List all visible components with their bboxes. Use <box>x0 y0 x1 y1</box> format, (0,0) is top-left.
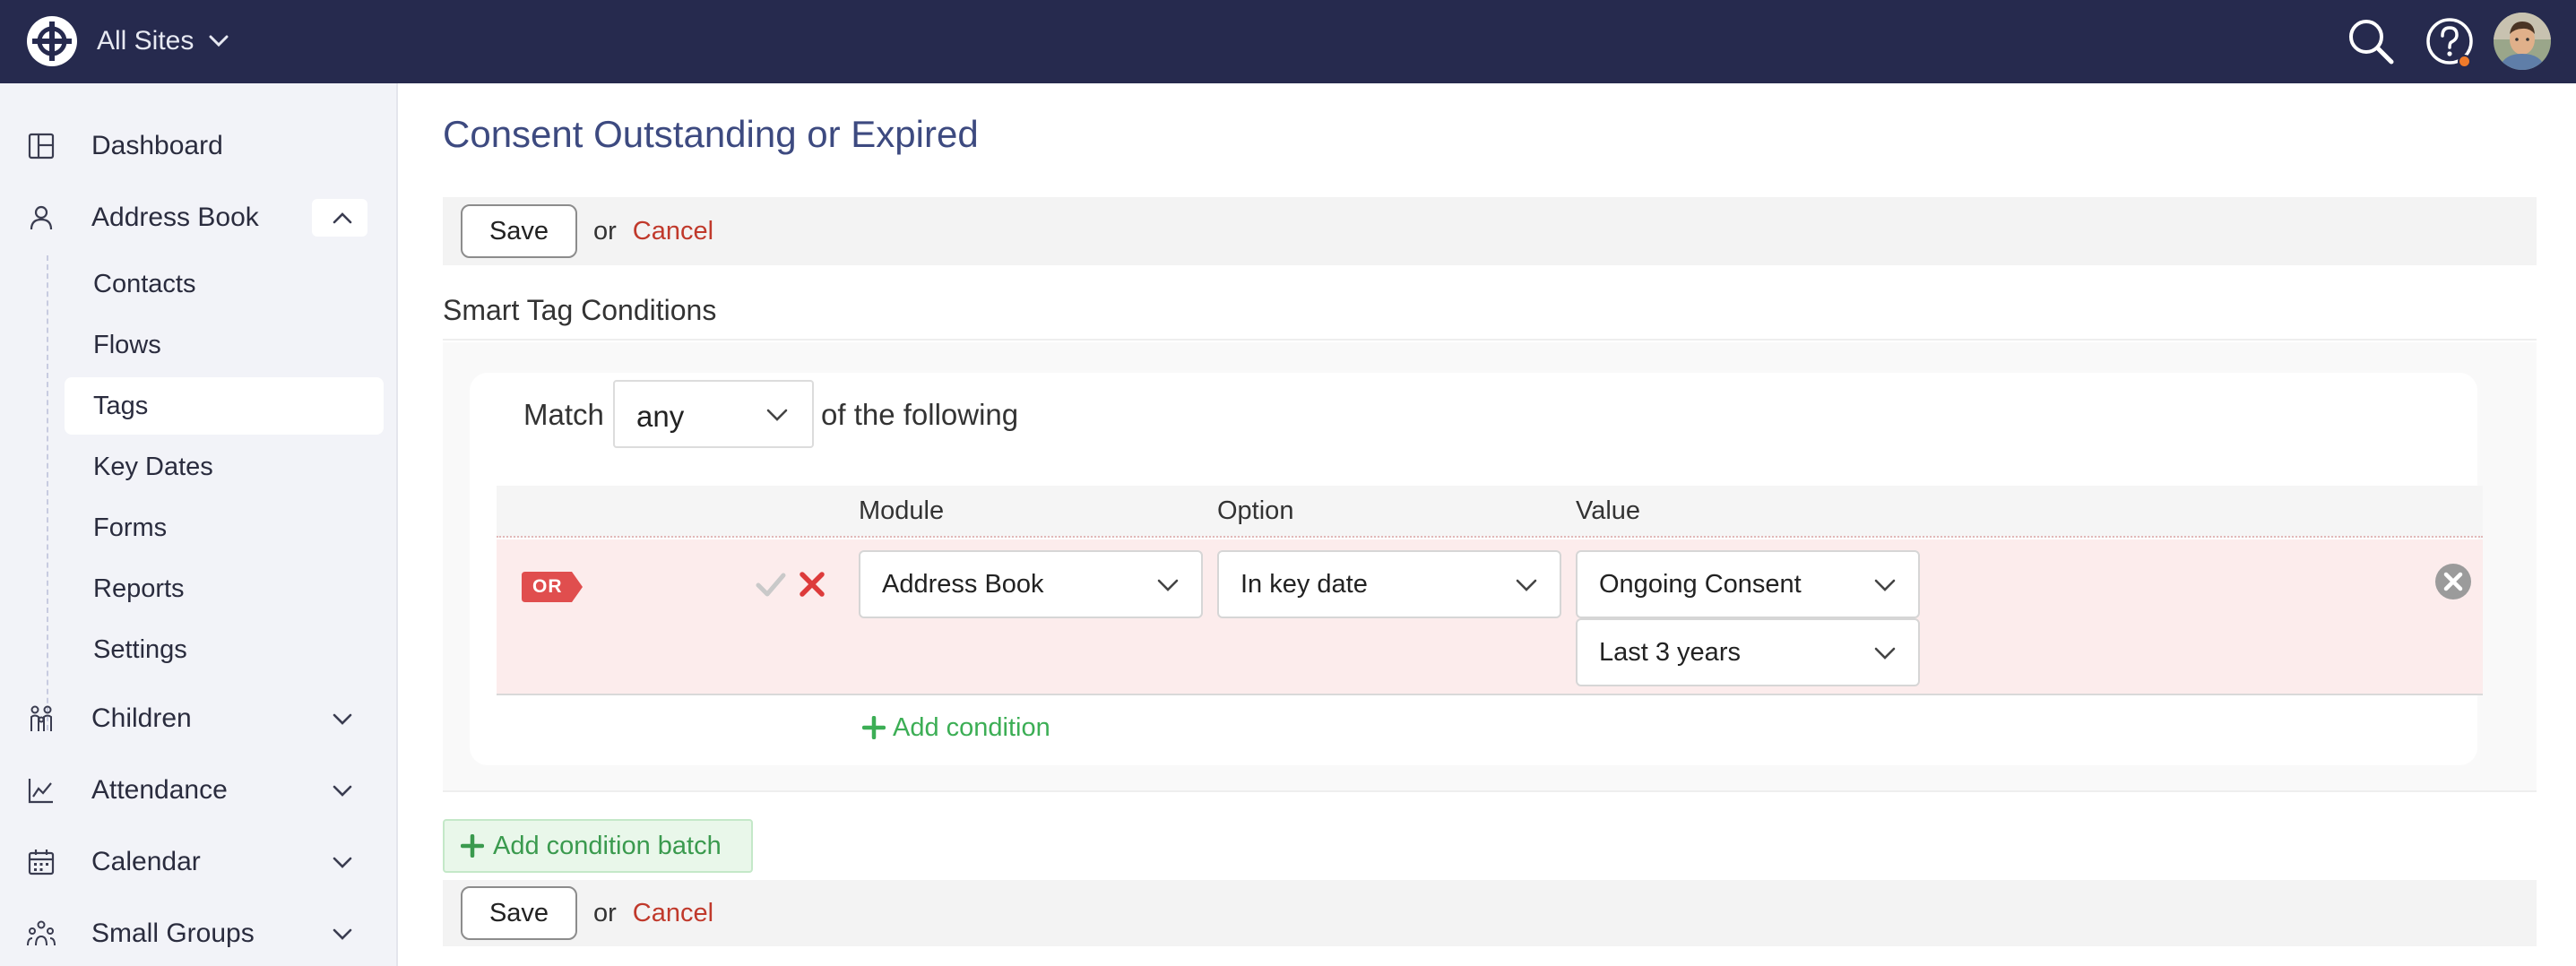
page-title: Consent Outstanding or Expired <box>443 113 979 155</box>
remove-condition-icon[interactable] <box>2434 563 2472 600</box>
chevron-down-icon <box>333 928 352 940</box>
sidebar-subitem-contacts[interactable]: Contacts <box>65 255 384 313</box>
sidebar-item-attendance[interactable]: Attendance <box>0 763 394 817</box>
sidebar-subitem-label: Tags <box>93 391 149 420</box>
action-bar-bottom: Save or Cancel <box>443 880 2537 946</box>
match-label: Match <box>523 398 604 431</box>
section-divider <box>443 339 2537 341</box>
top-bar: All Sites <box>0 0 2576 83</box>
add-condition-batch-label: Add condition batch <box>493 831 722 860</box>
sidebar-subitem-key-dates[interactable]: Key Dates <box>65 438 384 496</box>
sidebar-item-calendar[interactable]: Calendar <box>0 835 394 889</box>
plus-icon <box>862 716 886 739</box>
sidebar-item-label: Attendance <box>91 775 228 805</box>
sidebar-item-label: Calendar <box>91 847 201 876</box>
conditions-header: Module Option Value <box>497 486 2483 538</box>
value-select-value: Ongoing Consent <box>1599 570 1802 599</box>
person-icon <box>30 205 53 230</box>
sidebar-subitem-label: Contacts <box>93 269 196 298</box>
option-select-value: In key date <box>1240 570 1368 599</box>
module-select-value: Address Book <box>882 570 1044 599</box>
site-switcher[interactable]: All Sites <box>97 23 229 59</box>
save-button[interactable]: Save <box>461 886 577 940</box>
chevron-down-icon <box>1874 579 1896 591</box>
save-button[interactable]: Save <box>461 204 577 258</box>
chevron-down-icon <box>1157 579 1179 591</box>
sidebar-subitem-label: Reports <box>93 574 185 603</box>
sidebar-subitem-label: Key Dates <box>93 452 213 481</box>
match-suffix: of the following <box>821 398 1019 431</box>
check-icon[interactable] <box>755 568 787 600</box>
chevron-down-icon <box>209 35 229 47</box>
notification-dot <box>2458 55 2471 68</box>
sidebar-item-children[interactable]: Children <box>0 692 394 746</box>
submenu-guide-line <box>47 255 48 730</box>
chart-icon <box>28 779 53 804</box>
search-icon[interactable] <box>2345 15 2397 67</box>
chevron-down-icon <box>1516 579 1537 591</box>
sidebar-item-small-groups[interactable]: Small Groups <box>0 907 394 961</box>
chevron-up-icon <box>333 212 352 224</box>
add-condition-batch-button[interactable]: Add condition batch <box>443 819 753 873</box>
add-condition-link[interactable]: Add condition <box>862 712 1050 744</box>
or-text: or <box>593 216 617 246</box>
user-avatar[interactable] <box>2494 13 2551 70</box>
sidebar-item-dashboard[interactable]: Dashboard <box>0 119 394 173</box>
or-badge-text: OR <box>532 576 563 597</box>
sidebar-item-label: Address Book <box>91 203 259 232</box>
chevron-down-icon <box>333 713 352 725</box>
or-text: or <box>593 898 617 927</box>
sidebar-item-label: Dashboard <box>91 131 223 160</box>
sidebar-subitem-label: Forms <box>93 513 168 542</box>
value-select[interactable]: Ongoing Consent <box>1576 550 1920 618</box>
module-select[interactable]: Address Book <box>859 550 1203 618</box>
chevron-down-icon <box>1874 647 1896 660</box>
sidebar-subitem-label: Flows <box>93 330 161 359</box>
sidebar-subitem-label: Settings <box>93 634 187 664</box>
column-header-module: Module <box>859 496 945 525</box>
sidebar-subitem-reports[interactable]: Reports <box>65 560 384 617</box>
section-title: Smart Tag Conditions <box>443 294 717 326</box>
globe-logo-icon[interactable] <box>25 14 79 68</box>
sidebar: Dashboard Address Book Contacts Flows Ta… <box>0 83 398 966</box>
delete-x-icon[interactable] <box>796 568 828 600</box>
action-bar-top: Save or Cancel <box>443 197 2537 265</box>
children-icon <box>30 705 52 731</box>
match-select-value: any <box>636 400 685 433</box>
sidebar-subitem-settings[interactable]: Settings <box>65 621 384 678</box>
cancel-link[interactable]: Cancel <box>633 217 713 246</box>
column-header-option: Option <box>1217 496 1294 525</box>
site-switcher-label: All Sites <box>97 26 194 56</box>
dashboard-icon <box>28 133 55 160</box>
date-range-select[interactable]: Last 3 years <box>1576 618 1920 686</box>
chevron-down-icon <box>333 785 352 797</box>
plus-icon <box>461 834 484 858</box>
date-range-select-value: Last 3 years <box>1599 638 1741 667</box>
add-condition-label: Add condition <box>893 712 1050 742</box>
sidebar-subitem-tags[interactable]: Tags <box>65 377 384 435</box>
sidebar-subitem-forms[interactable]: Forms <box>65 499 384 556</box>
option-select[interactable]: In key date <box>1217 550 1561 618</box>
or-badge: OR <box>522 572 583 602</box>
chevron-down-icon <box>766 409 788 421</box>
column-header-value: Value <box>1576 496 1641 525</box>
cancel-link[interactable]: Cancel <box>633 899 713 928</box>
chevron-down-icon <box>333 857 352 868</box>
sidebar-item-label: Small Groups <box>91 919 255 948</box>
group-icon <box>27 920 56 946</box>
calendar-icon <box>28 850 55 875</box>
sidebar-item-address-book[interactable]: Address Book <box>0 191 394 245</box>
sidebar-subitem-flows[interactable]: Flows <box>65 316 384 374</box>
sidebar-item-label: Children <box>91 703 192 733</box>
match-select[interactable]: any <box>613 380 814 448</box>
